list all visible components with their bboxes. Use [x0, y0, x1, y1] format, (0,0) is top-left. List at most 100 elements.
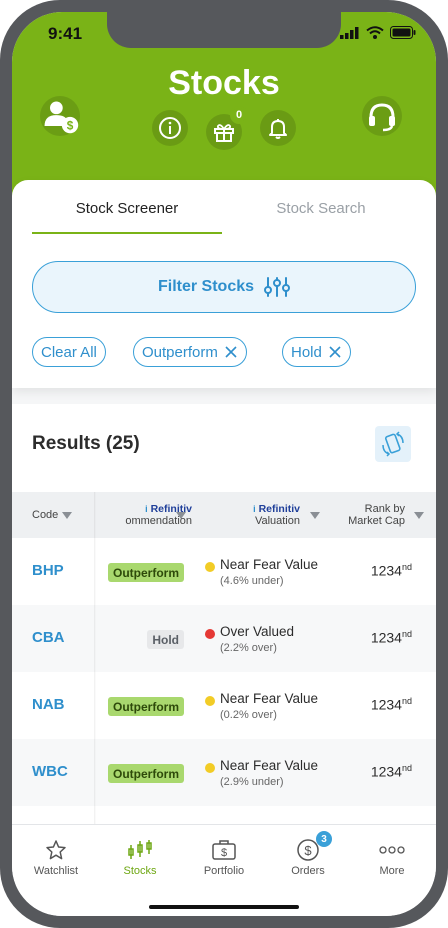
valuation-detail: (4.6% under)	[220, 575, 284, 587]
sliders-icon	[264, 277, 291, 297]
market-cap-rank: 1234nd	[371, 629, 412, 646]
clear-all-label: Clear All	[41, 343, 97, 361]
market-cap-rank: 1234nd	[371, 696, 412, 713]
info-small-icon: i	[253, 504, 256, 514]
rank-value: 1234	[370, 696, 402, 713]
valuation-label: Near Fear Value	[220, 691, 319, 706]
candlestick-icon	[128, 840, 152, 859]
support-button[interactable]	[362, 96, 402, 136]
column-header-valuation[interactable]: i Refinitiv Valuation	[248, 492, 300, 538]
rank-value: 1234	[370, 562, 402, 579]
account-button[interactable]: $	[40, 96, 80, 136]
outperform-chip-label: Outperform	[142, 343, 218, 361]
column-header-code[interactable]: Code	[32, 492, 73, 538]
screener-card: Stock Screener Stock Search Filter Stock…	[12, 180, 436, 388]
valuation-status-dot	[205, 696, 215, 706]
status-icons	[340, 26, 416, 39]
filter-stocks-label: Filter Stocks	[157, 278, 255, 295]
rotate-device-icon	[382, 431, 404, 457]
nav-orders[interactable]: $ 3 Orders	[266, 831, 350, 877]
nav-stocks-label: Stocks	[123, 865, 157, 877]
sort-arrow-icon	[414, 512, 424, 519]
nav-portfolio-label: Portfolio	[203, 865, 245, 877]
outperform-chip[interactable]: Outperform	[133, 337, 247, 367]
table-row[interactable]: CBA Hold Over Valued (2.2% over) 1234nd	[12, 605, 436, 672]
tab-stock-screener[interactable]: Stock Screener	[32, 200, 222, 217]
valuation-label: Near Fear Value	[220, 557, 319, 572]
column-header-rank[interactable]: Rank by Market Cap	[340, 492, 405, 538]
clear-all-chip[interactable]: Clear All	[32, 337, 106, 367]
nav-more-label: More	[379, 865, 405, 877]
notification-badge: 0	[230, 106, 248, 124]
sort-arrow-icon	[310, 512, 320, 519]
recommendation-badge: Outperform	[108, 764, 184, 783]
valuation-status-dot	[205, 763, 215, 773]
battery-icon	[390, 26, 416, 39]
recommendation-badge: Outperform	[108, 697, 184, 716]
rank-suffix: nd	[401, 696, 412, 706]
stock-code[interactable]: CBA	[32, 629, 65, 646]
status-time: 9:41	[48, 24, 83, 43]
stock-code[interactable]: NAB	[32, 696, 65, 713]
results-title: Results (25)	[32, 433, 140, 454]
home-indicator	[149, 905, 299, 909]
recommendation-badge: Outperform	[108, 563, 184, 582]
valuation-label: Near Fear Value	[220, 758, 319, 773]
orders-count-badge: 3	[316, 831, 332, 847]
active-tab-indicator	[32, 232, 222, 234]
table-row[interactable]: BHP Outperform Near Fear Value (4.6% under)…	[12, 538, 436, 605]
wifi-icon	[366, 26, 384, 39]
svg-text:$: $	[221, 847, 227, 859]
results-section: Results (25) Code i Refinitiv ommendatio…	[12, 404, 436, 840]
column-valuation-source: Refinitiv	[258, 503, 300, 515]
close-icon[interactable]	[224, 345, 238, 359]
filter-stocks-button[interactable]: Filter Stocks	[32, 261, 416, 313]
rotate-view-button[interactable]	[375, 426, 411, 462]
gift-icon	[214, 124, 234, 142]
user-dollar-icon: $	[44, 101, 79, 134]
phone-notch	[107, 12, 341, 48]
valuation-status-dot	[205, 629, 215, 639]
bottom-navigation: Watchlist Stocks $ Portfolio $ 3 Orders …	[12, 824, 436, 916]
rank-suffix: nd	[401, 763, 412, 773]
side-button-left-2	[0, 168, 3, 224]
sort-arrow-icon	[176, 512, 186, 519]
hold-chip[interactable]: Hold	[282, 337, 351, 367]
tab-stock-search[interactable]: Stock Search	[226, 200, 416, 217]
side-button-left-1	[0, 110, 3, 142]
close-icon[interactable]	[328, 345, 342, 359]
recommendation-badge: Hold	[147, 630, 184, 649]
valuation-detail: (0.2% over)	[220, 709, 277, 721]
nav-portfolio[interactable]: $ Portfolio	[182, 835, 266, 877]
column-rank-label: Rank by	[364, 503, 405, 515]
gift-button[interactable]: 0	[206, 106, 248, 150]
table-row[interactable]: NAB Outperform Near Fear Value (0.2% over) 1…	[12, 672, 436, 739]
stock-code[interactable]: WBC	[32, 763, 68, 780]
market-cap-rank: 1234nd	[371, 763, 412, 780]
hold-chip-label: Hold	[291, 343, 322, 361]
nav-watchlist[interactable]: Watchlist	[14, 835, 98, 877]
rank-suffix: nd	[401, 629, 412, 639]
info-button[interactable]	[152, 110, 188, 146]
sort-arrow-icon	[62, 511, 73, 519]
info-small-icon: i	[145, 504, 148, 514]
nav-watchlist-label: Watchlist	[33, 865, 79, 877]
svg-text:$: $	[67, 119, 74, 133]
briefcase-dollar-icon: $	[212, 840, 236, 860]
headset-icon	[369, 103, 395, 132]
column-rank-label-2: Market Cap	[348, 515, 405, 527]
more-dots-icon	[379, 846, 405, 854]
nav-orders-label: Orders	[291, 865, 325, 877]
valuation-status-dot	[205, 562, 215, 572]
side-button-left-3	[0, 236, 3, 292]
rank-value: 1234	[370, 763, 402, 780]
signal-icon	[340, 26, 359, 39]
notifications-button[interactable]	[260, 110, 296, 146]
nav-stocks[interactable]: Stocks	[98, 835, 182, 877]
table-row[interactable]: WBC Outperform Near Fear Value (2.9% under)…	[12, 739, 436, 806]
column-valuation-label: Valuation	[254, 515, 300, 527]
info-icon	[159, 117, 181, 139]
stock-code[interactable]: BHP	[32, 562, 64, 579]
nav-more[interactable]: More	[350, 835, 434, 877]
table-header: Code i Refinitiv ommendation i Refinitiv…	[12, 492, 436, 538]
